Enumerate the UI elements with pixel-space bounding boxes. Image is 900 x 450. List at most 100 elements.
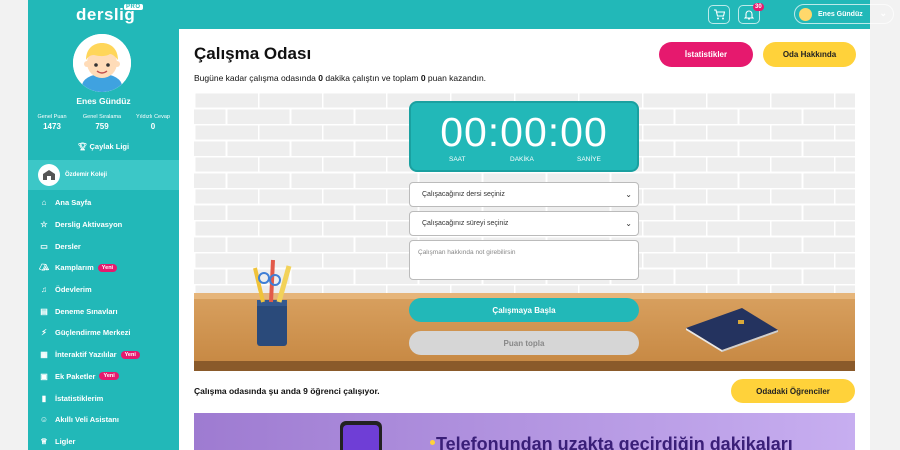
phone-icon <box>340 421 382 450</box>
bullet-icon <box>430 440 435 445</box>
notifications-button[interactable]: 30 <box>738 3 764 24</box>
duration-select-value: Çalışacağınız süreyi seçiniz <box>422 220 509 227</box>
logo[interactable]: derslig PRO <box>76 4 143 25</box>
sidebar-item-dersler[interactable]: ▭ Dersler <box>28 235 179 257</box>
sidebar-item-istatistiklerim[interactable]: ▮ İstatistiklerim <box>28 387 179 409</box>
tent-icon: ⛺︎ <box>38 263 50 273</box>
school-name: Özdemir Koleji <box>65 172 108 178</box>
exam-icon: ▤ <box>40 306 48 316</box>
sidebar-item-label: Akıllı Veli Asistanı <box>55 415 119 425</box>
sidebar-item-label: Ligler <box>55 436 76 446</box>
timer-label-minutes: DAKİKA <box>510 156 534 163</box>
bolt-icon: ⚡︎ <box>41 328 47 338</box>
stat-label: Genel Puan <box>37 114 67 120</box>
chart-icon: ▮ <box>41 393 47 403</box>
study-timer: 00:00:00 SAAT DAKİKA SANİYE <box>409 101 639 172</box>
new-badge: Yeni <box>120 350 140 359</box>
sidebar-item-aktivasyon[interactable]: ☆ Derslig Aktivasyon <box>28 214 179 236</box>
package-icon: ▣ <box>40 371 48 381</box>
sidebar-item-guclendirme[interactable]: ⚡︎ Güçlendirme Merkezi <box>28 322 179 344</box>
start-studying-button[interactable]: Çalışmaya Başla <box>409 298 639 322</box>
page-subtitle: Bugüne kadar çalışma odasında 0 dakika ç… <box>194 73 486 83</box>
subtitle-text: dakika çalıştın ve toplam <box>323 73 421 83</box>
timer-label-seconds: SANİYE <box>577 156 601 163</box>
sidebar-item-ek-paketler[interactable]: ▣ Ek Paketler Yeni <box>28 366 179 388</box>
stat-label: Genel Sıralama <box>82 114 122 120</box>
sidebar-item-label: Ek Paketler <box>55 371 96 381</box>
new-badge: Yeni <box>99 372 119 381</box>
chevron-down-icon: ⌄ <box>879 8 887 18</box>
note-textarea[interactable]: Çalışman hakkında not girebilirsin <box>409 240 639 280</box>
cart-button[interactable] <box>708 5 730 24</box>
pro-badge: PRO <box>124 4 143 10</box>
about-room-button[interactable]: Oda Hakkında <box>763 42 856 67</box>
notebook-icon <box>686 308 778 352</box>
league-link[interactable]: 🏆︎ Çaylak Ligi <box>28 142 179 151</box>
page-title: Çalışma Odası <box>194 44 312 63</box>
user-avatar <box>799 7 812 21</box>
home-icon: ⌂ <box>41 198 47 208</box>
statistics-button[interactable]: İstatistikler <box>659 42 753 67</box>
pencil-cup-icon <box>253 259 292 346</box>
note-placeholder: Çalışman hakkında not girebilirsin <box>418 249 516 256</box>
stat-label: Yıldızlı Cevap <box>136 114 170 120</box>
stat-general-score: Genel Puan 1473 <box>32 114 72 131</box>
sidebar-item-interaktif-yazililar[interactable]: ▦ İnteraktif Yazılılar Yeni <box>28 344 179 366</box>
sidebar-item-label: Deneme Sınavları <box>55 306 118 316</box>
chevron-down-icon: ⌄ <box>625 219 632 228</box>
duration-select[interactable]: Çalışacağınız süreyi seçiniz ⌄ <box>409 211 639 236</box>
user-name: Enes Gündüz <box>818 10 863 18</box>
sidebar-item-veli-asistani[interactable]: ☺ Akıllı Veli Asistanı <box>28 409 179 431</box>
league-label: Çaylak Ligi <box>89 142 130 151</box>
sidebar-menu: ⌂ Ana Sayfa ☆ Derslig Aktivasyon ▭ Dersler … <box>28 192 179 450</box>
chevron-down-icon: ⌄ <box>625 190 632 199</box>
stat-general-rank: Genel Sıralama 759 <box>76 114 128 131</box>
banner-text: Telefonundan uzakta geçirdiğin dakikalar… <box>436 434 793 450</box>
doc-icon: ▦ <box>40 350 48 360</box>
school-item[interactable]: Özdemir Koleji <box>28 160 179 190</box>
notification-count: 30 <box>753 3 764 11</box>
collect-points-button[interactable]: Puan topla <box>409 331 639 355</box>
bell-icon: ♫ <box>41 285 47 295</box>
profile-name: Enes Gündüz <box>76 96 131 106</box>
promo-banner[interactable]: Telefonundan uzakta geçirdiğin dakikalar… <box>194 413 855 450</box>
sidebar-item-ligler[interactable]: ♕ Ligler <box>28 431 179 450</box>
user-menu[interactable]: Enes Gündüz ⌄ <box>794 4 894 24</box>
sidebar-item-deneme-sinavlari[interactable]: ▤ Deneme Sınavları <box>28 300 179 322</box>
stat-value: 0 <box>150 122 156 131</box>
timer-display: 00:00:00 <box>440 109 608 155</box>
subject-select[interactable]: Çalışacağınız dersi seçiniz ⌄ <box>409 182 639 207</box>
sidebar-item-ana-sayfa[interactable]: ⌂ Ana Sayfa <box>28 192 179 214</box>
subtitle-text: Bugüne kadar çalışma odasında <box>194 73 319 83</box>
sidebar-item-odevlerim[interactable]: ♫ Ödevlerim <box>28 279 179 301</box>
sidebar-item-label: Dersler <box>55 241 81 251</box>
kid-avatar-icon <box>73 34 131 92</box>
cart-icon <box>714 9 725 20</box>
stat-starred-answer: Yıldızlı Cevap 0 <box>130 114 176 131</box>
study-room-scene: 00:00:00 SAAT DAKİKA SANİYE Çalışacağını… <box>194 92 855 371</box>
sidebar-item-kamplarim[interactable]: ⛺︎ Kamplarım Yeni <box>28 257 179 279</box>
desk-edge <box>194 361 855 371</box>
right-margin <box>870 0 900 450</box>
trophy-icon: 🏆︎ <box>77 142 88 151</box>
sidebar-item-label: İnteraktif Yazılılar <box>55 350 117 360</box>
new-badge: Yeni <box>97 263 118 272</box>
profile-avatar[interactable] <box>73 34 131 92</box>
sidebar-item-label: Ödevlerim <box>55 285 92 295</box>
book-icon: ▭ <box>40 241 48 251</box>
school-crest-icon <box>38 164 60 186</box>
stat-value: 1473 <box>43 122 61 131</box>
timer-label-hours: SAAT <box>449 156 466 163</box>
left-margin <box>0 0 28 450</box>
sidebar-item-label: Kamplarım <box>55 263 94 273</box>
sidebar-item-label: İstatistiklerim <box>55 393 104 403</box>
trophy-icon: ♕ <box>40 436 48 446</box>
bell-icon <box>744 10 754 20</box>
main-content: Çalışma Odası Bugüne kadar çalışma odası… <box>179 29 870 450</box>
students-count-text: Çalışma odasında şu anda 9 öğrenci çalış… <box>194 386 380 396</box>
top-bar: derslig PRO 30 Enes Gündüz ⌄ <box>28 0 894 29</box>
room-students-button[interactable]: Odadaki Öğrenciler <box>731 379 855 403</box>
subtitle-text: puan kazandın. <box>425 73 487 83</box>
sidebar-item-label: Ana Sayfa <box>55 198 92 208</box>
star-icon: ☆ <box>40 220 48 230</box>
